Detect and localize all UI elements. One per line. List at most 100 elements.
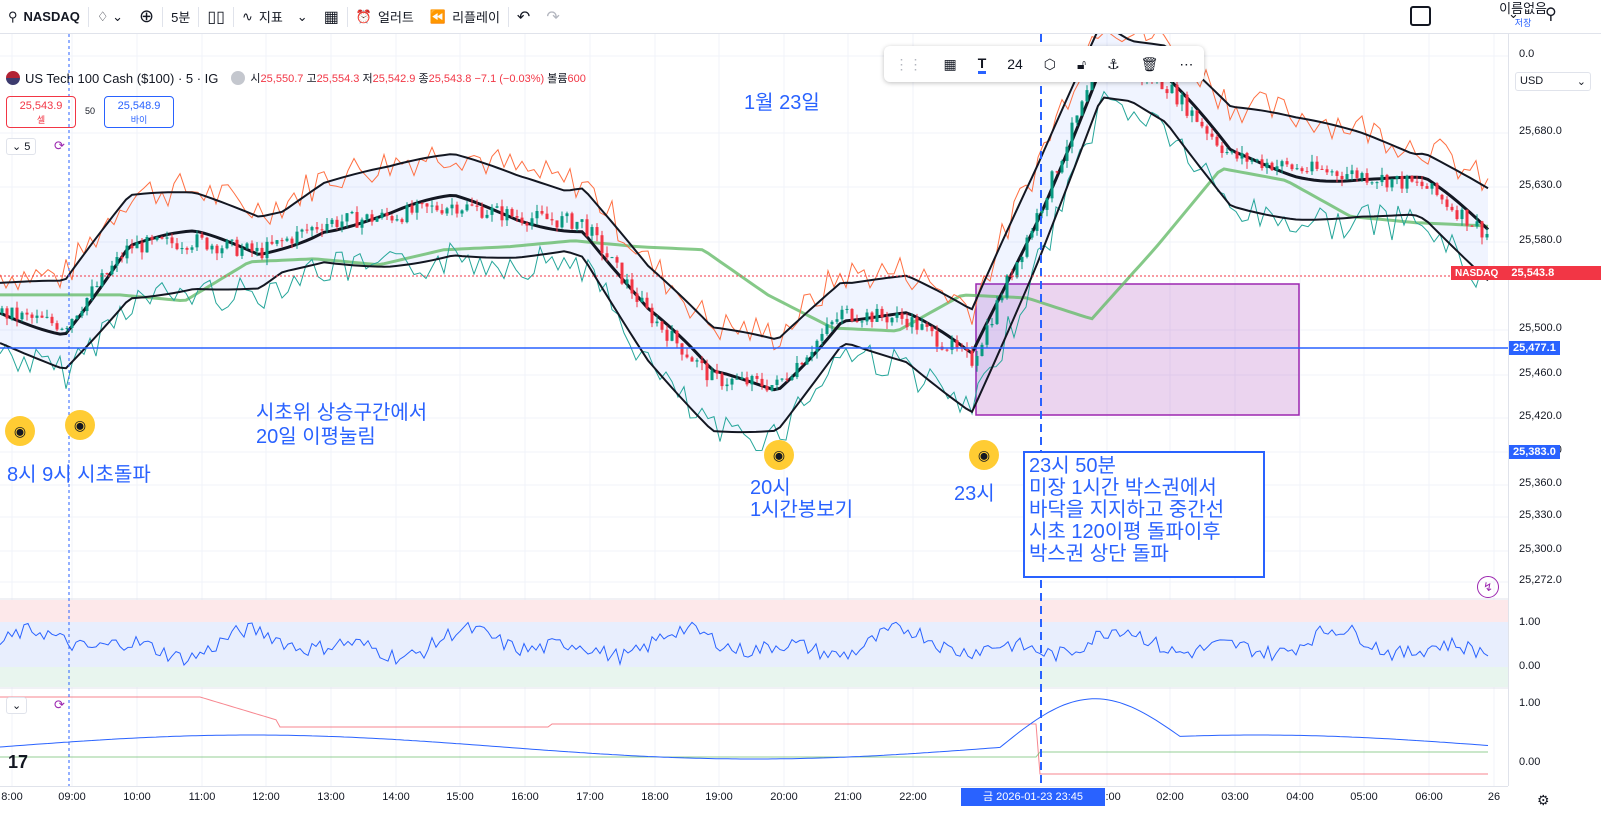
time-label: 13:00 <box>317 791 345 803</box>
candle-body <box>1180 94 1184 105</box>
lock-icon[interactable]: 🔓︎ <box>1077 56 1086 73</box>
candle-body <box>300 229 304 232</box>
candle-body <box>1415 181 1419 183</box>
candle-body <box>835 319 839 322</box>
undo-button[interactable]: ↶ <box>509 0 538 33</box>
save-sub: 저장 <box>1514 18 1532 28</box>
candle-body <box>815 340 819 352</box>
text-color-icon[interactable]: T <box>977 55 987 74</box>
candle-body <box>850 308 854 322</box>
chart-area[interactable] <box>0 34 1508 786</box>
candle-body <box>315 227 319 230</box>
top-toolbar: ⚲ NASDAQ ♢ ⌄ ⊕ 5분 ▯▯ ∿ 지표 ⌄ ▦ ⏰ 얼러트 ⏪ 리플… <box>0 0 1601 34</box>
candle-body <box>665 329 669 341</box>
time-label: 02:00 <box>1156 791 1184 803</box>
candle-body <box>1270 162 1274 171</box>
box-note[interactable]: 23시 50분 미장 1시간 박스권에서 바닥을 지지하고 중간선 시초 120… <box>1023 451 1265 578</box>
anchor-icon[interactable]: ⚓︎ <box>1107 56 1120 73</box>
visibility-icon[interactable] <box>231 71 246 85</box>
candle-body <box>660 321 664 330</box>
candle-body <box>720 373 724 387</box>
redo-button[interactable]: ↷ <box>538 0 567 33</box>
candle-body <box>1060 160 1064 173</box>
candle-body <box>190 247 194 250</box>
sync-icon[interactable]: ⟳ <box>54 697 65 713</box>
buy-button[interactable]: 25,548.9 바이 <box>104 96 174 128</box>
candle-body <box>110 265 114 275</box>
symbol-search[interactable]: ⚲ NASDAQ <box>0 0 88 33</box>
price-chart[interactable] <box>0 34 1508 786</box>
candle-body <box>1310 161 1314 172</box>
candle-body <box>530 218 534 226</box>
chevron-down-icon[interactable]: ⌄ <box>1508 6 1519 22</box>
monocle-emoji-icon[interactable]: ◉ <box>65 410 95 440</box>
candle-body <box>495 206 499 208</box>
currency-button[interactable]: USD ⌄ <box>1515 72 1591 91</box>
candle-body <box>255 247 259 252</box>
candle-body <box>620 262 624 284</box>
favorites-button[interactable]: ♢ ⌄ <box>89 0 131 33</box>
candle-body <box>460 210 464 214</box>
drag-handle-icon[interactable]: ⋮⋮ <box>894 56 922 73</box>
osc2-label-bottom: 0.00 <box>1519 756 1541 768</box>
save-button[interactable]: 이름없음 저장 <box>1499 2 1547 30</box>
candle-body <box>1025 237 1029 257</box>
price-axis[interactable]: USD ⌄ 0.0 25,680.0 25,630.0 25,580.0 25,500.… <box>1451 34 1601 786</box>
indicators-label: 지표 <box>258 10 283 25</box>
candle-body <box>1400 176 1404 189</box>
candle-body <box>830 321 834 325</box>
candle-body <box>700 360 704 364</box>
monocle-emoji-icon[interactable]: ◉ <box>5 416 35 446</box>
alert-button[interactable]: ⏰ 얼러트 <box>348 0 422 33</box>
candle-body <box>310 227 314 231</box>
more-icon[interactable]: ⋯ <box>1179 56 1193 73</box>
candle-body <box>1005 275 1009 298</box>
pullback-annotation-2[interactable]: 20일 이평눌림 <box>256 426 376 448</box>
candle-body <box>1045 198 1049 210</box>
time-axis[interactable]: 8:00 09:00 10:00 11:00 12:00 13:00 14:00 15:00 1… <box>0 786 1508 820</box>
template-icon[interactable]: ▦ <box>943 56 956 73</box>
candle-body <box>1465 209 1469 226</box>
add-symbol-button[interactable]: ⊕ <box>131 0 162 33</box>
monocle-emoji-icon[interactable]: ◉ <box>969 440 999 470</box>
h20-annotation-1[interactable]: 20시 <box>750 477 791 499</box>
monocle-emoji-icon[interactable]: ◉ <box>764 440 794 470</box>
candle-body <box>1190 110 1194 116</box>
candle-body <box>580 219 584 222</box>
search-icon[interactable]: ⚲ <box>1545 4 1557 24</box>
chart-type-button[interactable]: ▯▯ <box>199 0 233 33</box>
settings-icon[interactable]: ⬡ <box>1044 56 1056 73</box>
trash-icon[interactable]: 🗑︎ <box>1141 56 1159 73</box>
candle-body <box>630 279 634 294</box>
candle-body <box>715 370 719 374</box>
date-annotation[interactable]: 1월 23일 <box>744 92 820 114</box>
pullback-annotation-1[interactable]: 시초위 상승구간에서 <box>256 402 427 424</box>
pane-collapse-button[interactable]: ⌄ <box>6 697 28 714</box>
h23-annotation[interactable]: 23시 <box>954 483 995 505</box>
interval-button[interactable]: 5분 <box>163 0 198 33</box>
h20-annotation-2[interactable]: 1시간봉보기 <box>750 499 853 521</box>
font-size-value[interactable]: 24 <box>1007 56 1023 72</box>
price-label: 25,330.0 <box>1519 509 1562 521</box>
lightning-icon[interactable]: ↯ <box>1477 576 1499 598</box>
settings-icon[interactable]: ⚙ <box>1537 792 1550 809</box>
indicators-button[interactable]: ∿ 지표 ⌄ <box>234 0 316 33</box>
sync-icon[interactable]: ⟳ <box>54 138 65 154</box>
legend-collapse-button[interactable]: ⌄ 5 <box>6 138 37 155</box>
tradingview-logo[interactable]: 17 <box>8 752 28 773</box>
candle-body <box>935 331 939 347</box>
candle-body <box>295 231 299 244</box>
replay-button[interactable]: ⏪ 리플레이 <box>422 0 508 33</box>
layouts-button[interactable]: ▦ <box>316 0 347 33</box>
candle-body <box>385 212 389 217</box>
candle-body <box>235 239 239 256</box>
candle-body <box>430 205 434 207</box>
sell-button[interactable]: 25,543.9 셀 <box>6 96 76 128</box>
fullscreen-button[interactable] <box>1410 6 1431 26</box>
candle-body <box>505 209 509 221</box>
candle-body <box>5 308 9 319</box>
candle-body <box>735 378 739 380</box>
candle-body <box>870 312 874 322</box>
open-break-annotation[interactable]: 8시 9시 시초돌파 <box>7 464 151 486</box>
symbol-title[interactable]: US Tech 100 Cash ($100) · 5 · IG <box>25 71 218 86</box>
